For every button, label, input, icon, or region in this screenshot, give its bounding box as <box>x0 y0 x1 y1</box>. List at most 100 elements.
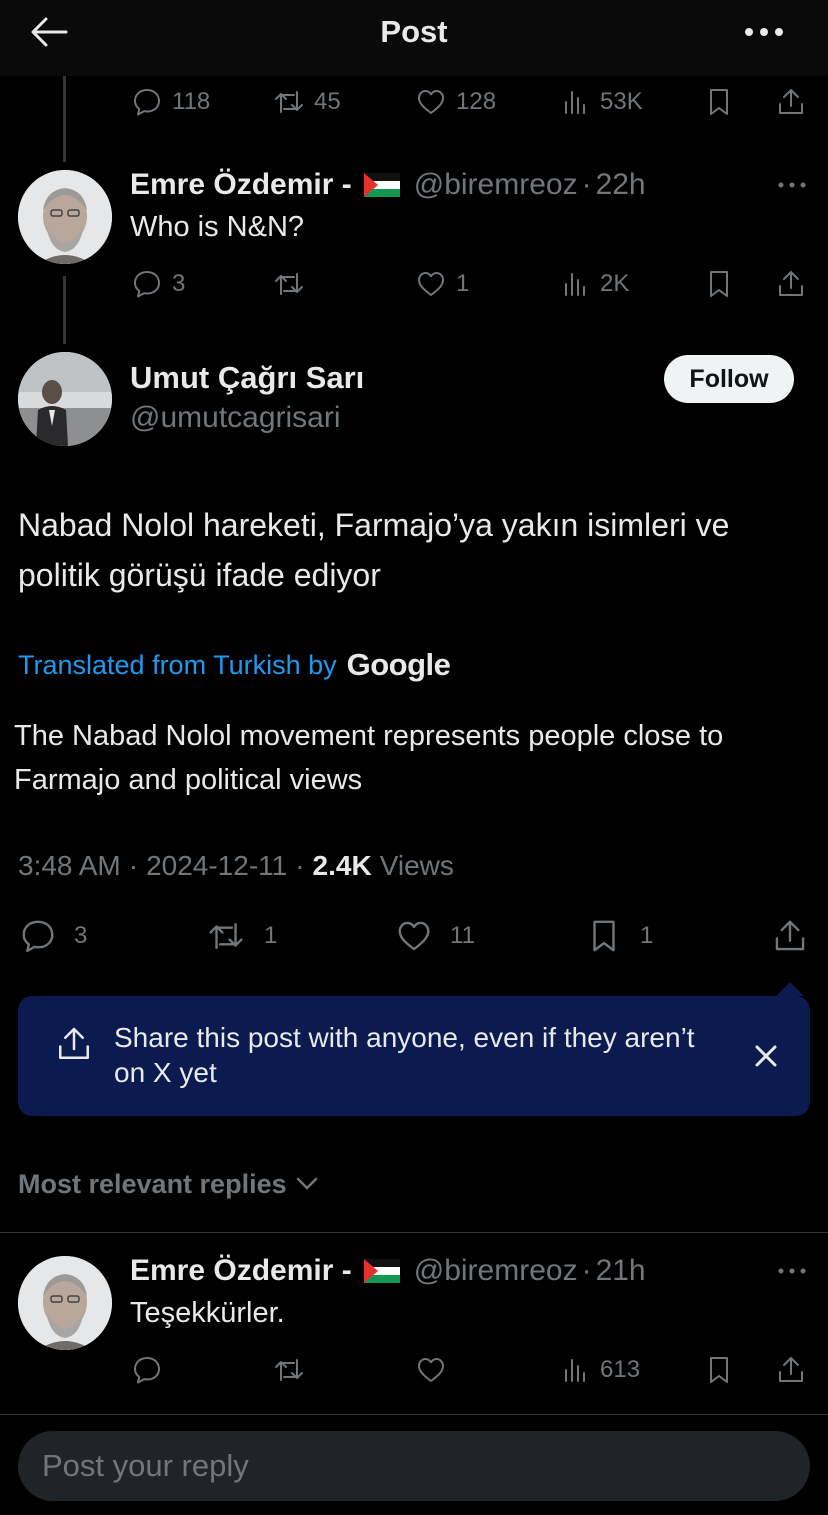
repost-icon <box>272 267 306 301</box>
views-icon <box>558 1353 592 1387</box>
reply-button[interactable]: 118 <box>130 82 210 122</box>
thread-line <box>63 276 66 344</box>
timestamp[interactable]: 22h <box>596 168 646 202</box>
reply-text: Who is N&N? <box>130 211 305 243</box>
post-date[interactable]: 2024-12-11 <box>146 850 287 882</box>
chevron-down-icon <box>295 1176 319 1192</box>
views-button[interactable]: 2K <box>558 264 629 304</box>
author-name[interactable]: Umut Çağrı Sarı <box>130 360 364 396</box>
author-handle[interactable]: @umutcagrisari <box>130 401 341 435</box>
user-handle[interactable]: @biremreoz <box>414 168 578 202</box>
reply-header: Emre Özdemir - @biremreoz · 21h <box>130 1251 646 1291</box>
repost-icon <box>204 916 248 956</box>
palestine-flag-icon <box>363 1259 400 1283</box>
like-icon <box>414 267 448 301</box>
like-icon <box>394 916 434 956</box>
like-count: 1 <box>456 270 470 297</box>
like-icon <box>414 85 448 119</box>
translation-attribution[interactable]: Translated from Turkish by Google <box>18 645 451 685</box>
share-button[interactable] <box>774 82 808 122</box>
thread-line <box>63 76 66 162</box>
repost-button[interactable] <box>272 1350 306 1390</box>
post-time[interactable]: 3:48 AM <box>18 850 121 882</box>
like-button[interactable]: 128 <box>414 82 496 122</box>
share-icon <box>770 916 810 956</box>
follow-button[interactable]: Follow <box>664 355 794 403</box>
post-actions: 3 1 11 1 <box>18 916 818 956</box>
reply-composer <box>0 1415 828 1515</box>
like-count: 128 <box>456 88 497 115</box>
share-button[interactable] <box>770 916 810 956</box>
reply-sort-toggle[interactable]: Most relevant replies <box>18 1166 319 1202</box>
repost-count: 45 <box>314 88 341 115</box>
like-button[interactable] <box>414 1350 448 1390</box>
reply-count: 3 <box>172 270 186 297</box>
share-button[interactable] <box>774 1350 808 1390</box>
share-prompt-text: Share this post with anyone, even if the… <box>114 1022 695 1088</box>
more-icon[interactable] <box>777 178 807 192</box>
like-button[interactable]: 1 <box>414 264 469 304</box>
divider <box>0 1232 828 1233</box>
views-icon <box>558 267 592 301</box>
separator: · <box>295 850 305 881</box>
palestine-flag-icon <box>363 173 400 197</box>
views-icon <box>558 85 592 119</box>
avatar[interactable] <box>18 1256 112 1350</box>
bookmark-icon <box>702 85 736 119</box>
reply-button[interactable]: 3 <box>18 916 87 956</box>
reply-button[interactable] <box>130 1350 164 1390</box>
reply-actions: 613 <box>130 1350 810 1390</box>
previous-post-actions: 118 45 128 53K <box>130 82 810 122</box>
display-name[interactable]: Emre Özdemir - <box>130 168 352 202</box>
close-icon[interactable] <box>748 1038 784 1074</box>
page-title: Post <box>380 14 448 49</box>
repost-button[interactable]: 1 <box>204 916 277 956</box>
bookmark-icon <box>702 267 736 301</box>
timestamp[interactable]: 21h <box>596 1254 646 1288</box>
bookmark-count: 1 <box>640 922 654 949</box>
reply-icon <box>130 1353 164 1387</box>
repost-button[interactable]: 45 <box>272 82 341 122</box>
user-handle[interactable]: @biremreoz <box>414 1254 578 1288</box>
display-name[interactable]: Emre Özdemir - <box>130 1254 352 1288</box>
views-count: 2K <box>600 270 630 297</box>
like-icon <box>414 1353 448 1387</box>
bookmark-button[interactable]: 1 <box>584 916 653 956</box>
reply-count: 3 <box>74 922 88 949</box>
avatar[interactable] <box>18 170 112 264</box>
translated-text: The Nabad Nolol movement represents peop… <box>14 720 724 796</box>
bookmark-button[interactable] <box>702 82 736 122</box>
share-button[interactable] <box>774 264 808 304</box>
bookmark-button[interactable] <box>702 1350 736 1390</box>
translated-label: Translated from Turkish by <box>18 649 337 680</box>
reply-input[interactable] <box>18 1431 810 1501</box>
views-label: Views <box>379 850 454 881</box>
reply-text: Teşekkürler. <box>130 1297 285 1329</box>
views-button[interactable]: 613 <box>558 1350 640 1390</box>
post-text: Nabad Nolol hareketi, Farmajo’ya yakın i… <box>18 507 730 593</box>
bookmark-button[interactable] <box>702 264 736 304</box>
views-button[interactable]: 53K <box>558 82 643 122</box>
reply-icon <box>130 85 164 119</box>
repost-button[interactable] <box>272 264 306 304</box>
share-prompt-pointer <box>776 982 804 996</box>
reply-icon <box>130 267 164 301</box>
separator: · <box>581 168 592 201</box>
bookmark-icon <box>584 916 624 956</box>
views-count: 2.4K <box>312 850 372 881</box>
reply-button[interactable]: 3 <box>130 264 185 304</box>
like-count: 11 <box>450 922 475 949</box>
reply-header: Emre Özdemir - @biremreoz · 22h <box>130 165 646 205</box>
share-icon <box>774 267 808 301</box>
more-icon[interactable] <box>777 1264 807 1278</box>
like-button[interactable]: 11 <box>394 916 475 956</box>
reply-count: 118 <box>172 88 211 115</box>
more-icon[interactable] <box>742 20 786 44</box>
repost-icon <box>272 1353 306 1387</box>
separator: · <box>128 850 139 881</box>
separator: · <box>581 1254 592 1287</box>
views-count: 53K <box>600 88 643 115</box>
share-icon <box>774 1353 808 1387</box>
avatar[interactable] <box>18 352 112 446</box>
reply-icon <box>18 916 58 956</box>
